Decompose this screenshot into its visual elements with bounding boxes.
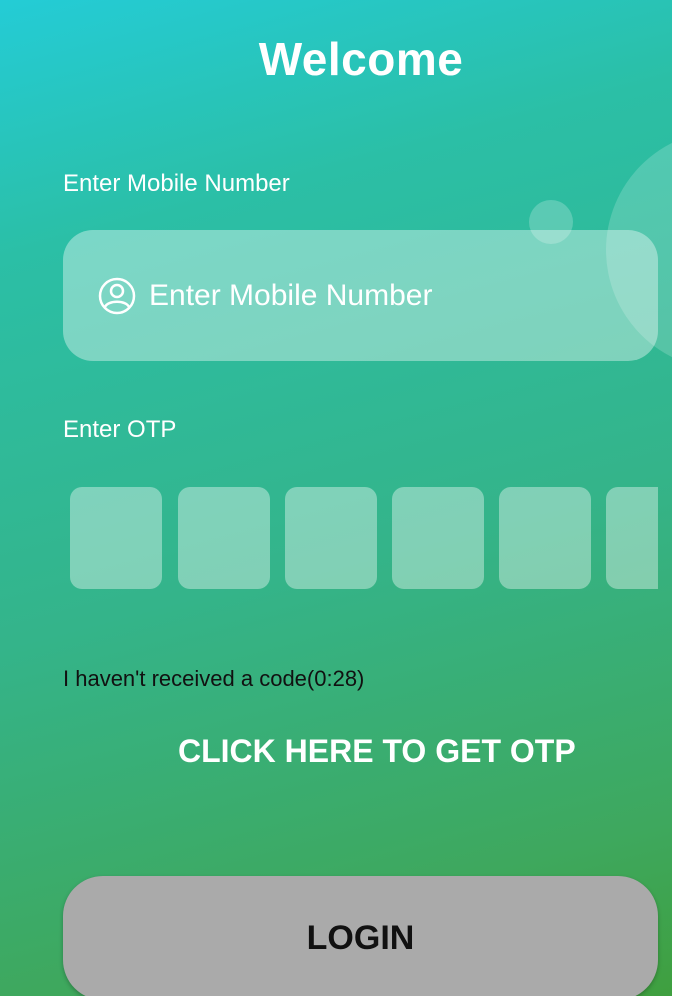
page-title: Welcome [258, 33, 464, 85]
otp-digit-4[interactable] [392, 487, 484, 589]
otp-label: Enter OTP [63, 416, 177, 443]
otp-digit-2[interactable] [178, 487, 270, 589]
otp-digit-6[interactable] [606, 487, 658, 589]
mobile-number-label: Enter Mobile Number [63, 170, 290, 197]
login-button[interactable]: LOGIN [63, 876, 658, 996]
login-button-label: LOGIN [306, 918, 415, 957]
mobile-number-field[interactable]: Enter Mobile Number [63, 230, 658, 361]
login-screen: Welcome Enter Mobile Number Enter Mobile… [0, 0, 672, 996]
otp-digit-3[interactable] [285, 487, 377, 589]
otp-input-row [70, 487, 658, 589]
user-icon [93, 272, 141, 320]
otp-digit-1[interactable] [70, 487, 162, 589]
get-otp-link[interactable]: CLICK HERE TO GET OTP [178, 733, 576, 770]
resend-countdown-text: I haven't received a code(0:28) [63, 666, 365, 691]
otp-digit-5[interactable] [499, 487, 591, 589]
mobile-number-placeholder: Enter Mobile Number [149, 278, 433, 312]
